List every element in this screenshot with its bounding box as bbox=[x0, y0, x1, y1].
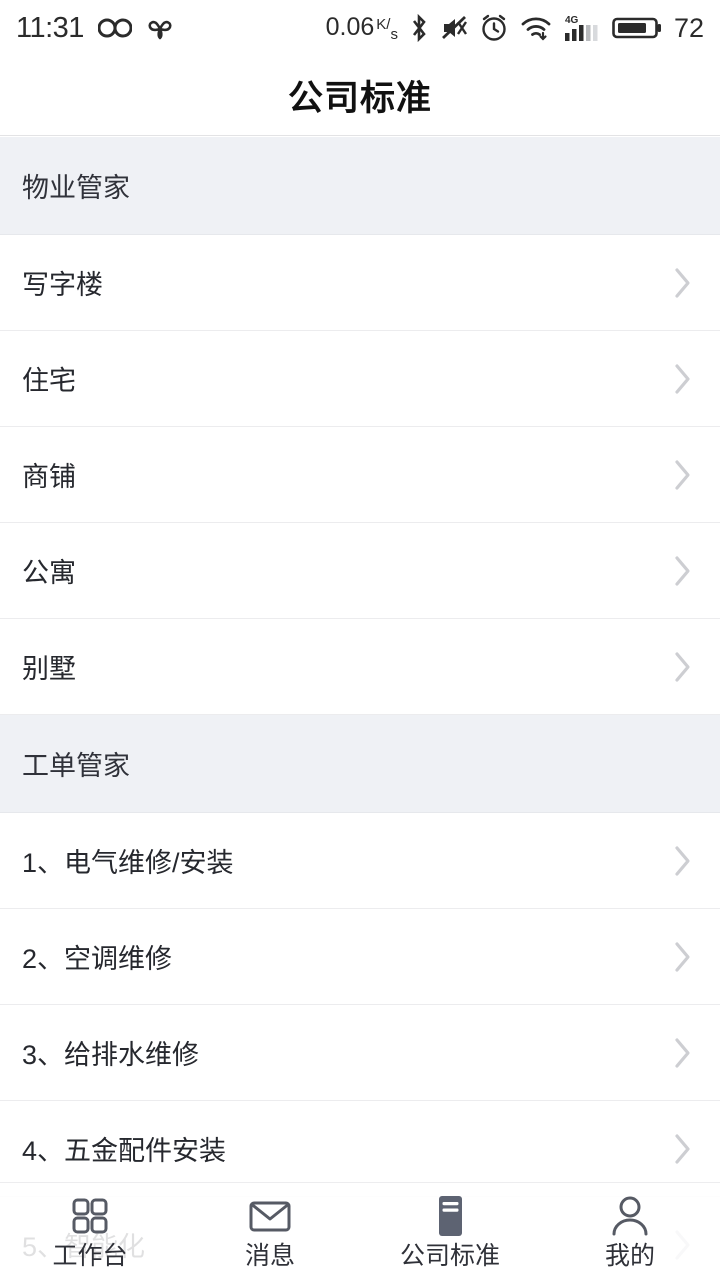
list-item-label: 1、电气维修/安装 bbox=[22, 848, 234, 878]
list-item[interactable]: 1、电气维修/安装 bbox=[0, 813, 720, 909]
list-item[interactable]: 2、空调维修 bbox=[0, 909, 720, 1005]
section-header-label: 物业管家 bbox=[22, 173, 130, 203]
chevron-right-icon bbox=[674, 555, 692, 587]
infinity-icon bbox=[97, 17, 132, 39]
network-speed-unit: K/s bbox=[376, 15, 398, 43]
grid-icon bbox=[68, 1194, 112, 1238]
chevron-right-icon bbox=[674, 651, 692, 683]
list-item[interactable]: 别墅 bbox=[0, 619, 720, 715]
envelope-icon bbox=[246, 1194, 294, 1238]
tab-workbench[interactable]: 工作台 bbox=[0, 1194, 180, 1269]
section-header-property: 物业管家 bbox=[0, 137, 720, 235]
page-title: 公司标准 bbox=[287, 79, 432, 118]
list-item-label: 住宅 bbox=[22, 366, 76, 396]
network-speed-value: 0.06 bbox=[325, 12, 375, 41]
tab-label: 工作台 bbox=[52, 1242, 128, 1270]
network-speed-unit-denominator: s bbox=[390, 25, 398, 43]
book-icon bbox=[428, 1194, 472, 1238]
list-item-label: 4、五金配件安装 bbox=[22, 1136, 227, 1166]
page-title-bar: 公司标准 bbox=[0, 56, 720, 136]
tab-profile[interactable]: 我的 bbox=[540, 1194, 720, 1269]
list-item-label: 别墅 bbox=[22, 654, 76, 684]
list-item[interactable]: 住宅 bbox=[0, 331, 720, 427]
svg-text:4G: 4G bbox=[565, 15, 579, 26]
clover-icon bbox=[146, 15, 174, 41]
section-header-workorder: 工单管家 bbox=[0, 715, 720, 813]
chevron-right-icon bbox=[674, 941, 692, 973]
chevron-right-icon bbox=[674, 363, 692, 395]
bottom-navigation-bar: 工作台 消息 公司标准 我的 bbox=[0, 1182, 720, 1280]
tab-company-standards[interactable]: 公司标准 bbox=[360, 1194, 540, 1269]
signal-4g-icon: 4G bbox=[563, 13, 601, 43]
tab-messages[interactable]: 消息 bbox=[180, 1194, 360, 1269]
list-item-label: 商铺 bbox=[22, 462, 76, 492]
chevron-right-icon bbox=[674, 1037, 692, 1069]
chevron-right-icon bbox=[674, 267, 692, 299]
tab-label: 公司标准 bbox=[399, 1242, 500, 1270]
battery-percent: 72 bbox=[673, 12, 704, 43]
status-bar: 11:31 0.06 K/s 4G 72 bbox=[0, 0, 720, 56]
chevron-right-icon bbox=[674, 459, 692, 491]
tab-label: 我的 bbox=[604, 1242, 655, 1270]
standards-list[interactable]: 物业管家 写字楼 住宅 商铺 公寓 别墅 工单管家 1、电气维修/安装 2、空调… bbox=[0, 137, 720, 1280]
status-bar-left: 11:31 bbox=[16, 11, 174, 44]
network-speed: 0.06 K/s bbox=[325, 12, 398, 43]
wifi-icon bbox=[520, 14, 552, 42]
person-icon bbox=[608, 1194, 652, 1238]
list-item-label: 3、给排水维修 bbox=[22, 1040, 200, 1070]
list-item[interactable]: 商铺 bbox=[0, 427, 720, 523]
bluetooth-icon bbox=[409, 13, 429, 43]
mute-icon bbox=[440, 14, 468, 42]
list-item[interactable]: 写字楼 bbox=[0, 235, 720, 331]
list-item[interactable]: 公寓 bbox=[0, 523, 720, 619]
chevron-right-icon bbox=[674, 845, 692, 877]
alarm-icon bbox=[479, 13, 509, 43]
list-item-label: 写字楼 bbox=[22, 270, 103, 300]
status-bar-right: 0.06 K/s 4G 72 bbox=[326, 13, 704, 43]
list-item-label: 公寓 bbox=[22, 558, 76, 588]
section-header-label: 工单管家 bbox=[22, 751, 130, 781]
chevron-right-icon bbox=[674, 1133, 692, 1165]
battery-icon bbox=[612, 14, 662, 42]
tab-label: 消息 bbox=[244, 1242, 295, 1270]
status-time: 11:31 bbox=[16, 11, 84, 44]
network-speed-unit-numerator: K bbox=[376, 15, 387, 33]
list-item-label: 2、空调维修 bbox=[22, 944, 173, 974]
list-item[interactable]: 3、给排水维修 bbox=[0, 1005, 720, 1101]
